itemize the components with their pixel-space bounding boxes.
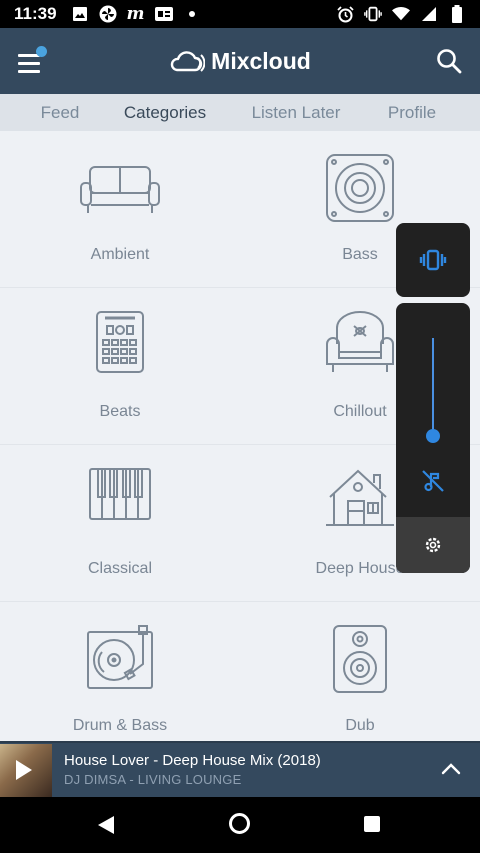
category-drum-and-bass[interactable]: Drum & Bass bbox=[0, 602, 240, 741]
ringer-mode-button[interactable] bbox=[396, 223, 470, 297]
category-classical[interactable]: Classical bbox=[0, 445, 240, 602]
battery-icon bbox=[448, 5, 466, 23]
app-bar: Mixcloud bbox=[0, 28, 480, 94]
album-artwork[interactable] bbox=[0, 744, 52, 797]
mixcloud-logo: Mixcloud bbox=[169, 48, 311, 75]
m-icon: m bbox=[126, 4, 145, 24]
system-nav-bar bbox=[0, 797, 480, 853]
sofa-icon bbox=[80, 166, 160, 213]
tab-categories[interactable]: Categories bbox=[114, 103, 216, 123]
drum-machine-icon bbox=[96, 311, 144, 373]
mini-player[interactable]: House Lover - Deep House Mix (2018) DJ D… bbox=[0, 741, 480, 797]
armchair-icon bbox=[326, 311, 394, 372]
music-off-icon[interactable] bbox=[421, 469, 445, 493]
notification-badge bbox=[36, 46, 47, 57]
recents-icon[interactable] bbox=[364, 816, 380, 832]
brand-name: Mixcloud bbox=[211, 47, 311, 74]
tab-profile[interactable]: Profile bbox=[376, 103, 448, 123]
dot-icon bbox=[183, 5, 201, 23]
house-icon bbox=[326, 469, 394, 526]
ge-icon bbox=[154, 5, 173, 23]
piano-keys-icon bbox=[89, 468, 151, 520]
category-label: Classical bbox=[87, 560, 152, 577]
track-subtitle: DJ DIMSA - LIVING LOUNGE bbox=[64, 772, 242, 787]
cloud-icon bbox=[170, 51, 206, 72]
category-beats[interactable]: Beats bbox=[0, 288, 240, 445]
tab-bar: Feed Categories Listen Later Profile bbox=[0, 94, 480, 131]
notification-icons: m bbox=[71, 4, 201, 24]
tab-feed[interactable]: Feed bbox=[22, 103, 98, 123]
speaker-cabinet-icon bbox=[333, 625, 387, 693]
category-label: Dub bbox=[345, 717, 375, 734]
category-label: Ambient bbox=[90, 246, 150, 263]
vibrate-icon bbox=[419, 249, 447, 271]
category-ambient[interactable]: Ambient bbox=[0, 131, 240, 288]
volume-slider-thumb[interactable] bbox=[426, 429, 440, 443]
volume-panel bbox=[396, 303, 470, 573]
status-bar: 11:39 m bbox=[0, 0, 480, 28]
menu-button[interactable] bbox=[16, 46, 48, 76]
alarm-icon bbox=[336, 5, 354, 23]
turntable-icon bbox=[87, 625, 153, 689]
signal-icon bbox=[420, 5, 438, 23]
back-icon[interactable] bbox=[97, 815, 115, 835]
play-icon[interactable] bbox=[16, 760, 32, 780]
volume-slider-track[interactable] bbox=[432, 338, 434, 438]
status-time: 11:39 bbox=[14, 4, 57, 23]
track-title: House Lover - Deep House Mix (2018) bbox=[64, 752, 321, 769]
gear-icon bbox=[425, 537, 441, 553]
volume-settings-button[interactable] bbox=[396, 517, 470, 573]
home-icon[interactable] bbox=[229, 813, 250, 834]
category-label: Beats bbox=[99, 403, 141, 420]
tab-listen-later[interactable]: Listen Later bbox=[240, 103, 352, 123]
search-button[interactable] bbox=[436, 48, 462, 74]
wifi-icon bbox=[392, 5, 410, 23]
pinwheel-icon bbox=[99, 5, 117, 23]
search-icon bbox=[437, 49, 462, 74]
category-label: Drum & Bass bbox=[72, 717, 168, 734]
category-dub[interactable]: Dub bbox=[240, 602, 480, 741]
chevron-up-icon[interactable] bbox=[440, 758, 462, 780]
speaker-icon bbox=[326, 154, 394, 222]
vibrate-icon bbox=[364, 5, 382, 23]
system-icons bbox=[336, 5, 466, 23]
image-icon bbox=[71, 5, 89, 23]
